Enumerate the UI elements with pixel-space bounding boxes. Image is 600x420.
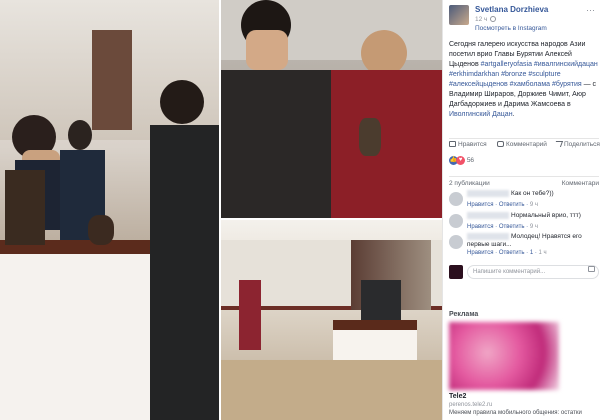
author-name[interactable]: Svetlana Dorzhieva <box>475 5 548 14</box>
bronze-sculpture <box>5 170 45 245</box>
reaction-count: 56 <box>466 157 475 165</box>
comment-meta: Нравится · Ответить · 9 ч <box>467 202 538 208</box>
ad-image[interactable] <box>449 322 559 390</box>
lama-robe <box>331 70 442 218</box>
comment-button[interactable]: Комментарий <box>497 141 547 148</box>
comment-input[interactable]: Напишите комментарий... <box>467 265 599 279</box>
gallery-visit-photo-bottom-right[interactable] <box>221 220 442 420</box>
share-button[interactable]: Поделиться <box>553 141 600 148</box>
comment-reply-link[interactable]: Ответить <box>499 202 525 208</box>
write-comment: Напишите комментарий... <box>449 263 599 281</box>
comment-icon <box>497 141 504 148</box>
commenter-avatar[interactable] <box>449 235 463 249</box>
gallery-visit-photo-top-right[interactable] <box>221 0 442 218</box>
comment-reply-link[interactable]: Ответить <box>499 224 525 230</box>
comment-meta: Нравится · Ответить · 9 ч <box>467 224 538 230</box>
commenter-name[interactable] <box>467 233 509 240</box>
ad-url[interactable]: perenos.tele2.ru <box>449 402 492 408</box>
more-options-icon[interactable]: ⋯ <box>586 5 595 16</box>
visitor-head <box>68 120 92 150</box>
display-pedestal <box>0 240 160 420</box>
view-on-instagram-link[interactable]: Посмотреть в Instagram <box>475 25 547 32</box>
facebook-photo-viewer: Svetlana Dorzhieva ⋯ 12 ч Посмотреть в I… <box>0 0 600 420</box>
comment-like-link[interactable]: Нравится <box>467 250 493 256</box>
share-icon <box>553 141 564 148</box>
monk-figure <box>239 280 261 350</box>
post-time[interactable]: 12 ч <box>475 16 497 23</box>
like-button[interactable]: Нравится <box>449 141 487 148</box>
comment-bubble: Молодец! Нравятся его первые шаги... <box>467 233 582 249</box>
comment-bubble: Как он тебе?)) <box>467 190 554 198</box>
viewer-avatar <box>449 265 463 279</box>
commenter-avatar[interactable] <box>449 192 463 206</box>
official-head <box>160 80 204 124</box>
comments-filter[interactable]: Комментари <box>562 180 599 187</box>
comment-reply-link[interactable]: Ответить <box>499 250 525 256</box>
commenter-name[interactable] <box>467 212 509 219</box>
reaction-summary[interactable]: 👍♥ 56 <box>449 156 474 166</box>
post-actions: Нравится Комментарий Поделиться <box>449 138 600 150</box>
photo-collage[interactable] <box>0 0 442 420</box>
love-reaction-icon: ♥ <box>456 156 465 165</box>
comment-time[interactable]: 1 ч <box>539 250 547 256</box>
globe-icon <box>490 16 497 23</box>
camera-icon[interactable] <box>588 266 595 272</box>
shares-row: 2 публикации Комментари <box>449 176 599 187</box>
comment-meta: Нравится · Ответить · 1 · 1 ч <box>467 250 547 256</box>
comment-time[interactable]: 9 ч <box>530 202 538 208</box>
small-sculpture <box>88 215 114 245</box>
comment-bubble: Нормальный врио, ттт) <box>467 212 581 220</box>
official-jacket <box>221 70 341 218</box>
official-face <box>246 30 288 70</box>
ad-advertiser[interactable]: Tele2 <box>449 393 466 400</box>
post-panel: Svetlana Dorzhieva ⋯ 12 ч Посмотреть в I… <box>442 0 600 420</box>
window-curtain <box>92 30 132 130</box>
comment-like-link[interactable]: Нравится <box>467 224 493 230</box>
comment-like-count[interactable]: 1 <box>530 250 533 256</box>
post-header: Svetlana Dorzhieva ⋯ 12 ч Посмотреть в I… <box>449 5 599 35</box>
bronze-statuette <box>359 118 381 156</box>
comment-time[interactable]: 9 ч <box>530 224 538 230</box>
post-location[interactable]: Иволгинский Дацан <box>449 111 513 118</box>
shares-count[interactable]: 2 публикации <box>449 180 490 187</box>
comment-like-link[interactable]: Нравится <box>467 202 493 208</box>
post-text: Сегодня галерею искусства народов Азии п… <box>449 41 598 118</box>
commenter-name[interactable] <box>467 190 509 197</box>
thumbs-up-icon <box>449 141 456 148</box>
gallery-floor <box>221 360 442 420</box>
official-suit <box>150 125 219 420</box>
comment-item: Молодец! Нравятся его первые шаги... Нра… <box>449 233 599 263</box>
ad-description[interactable]: Меняем правила мобильного общения: остат… <box>449 410 582 416</box>
commenter-avatar[interactable] <box>449 214 463 228</box>
author-avatar[interactable] <box>449 5 469 25</box>
gallery-visit-photo-left[interactable] <box>0 0 219 420</box>
ads-heading: Реклама <box>449 311 479 318</box>
